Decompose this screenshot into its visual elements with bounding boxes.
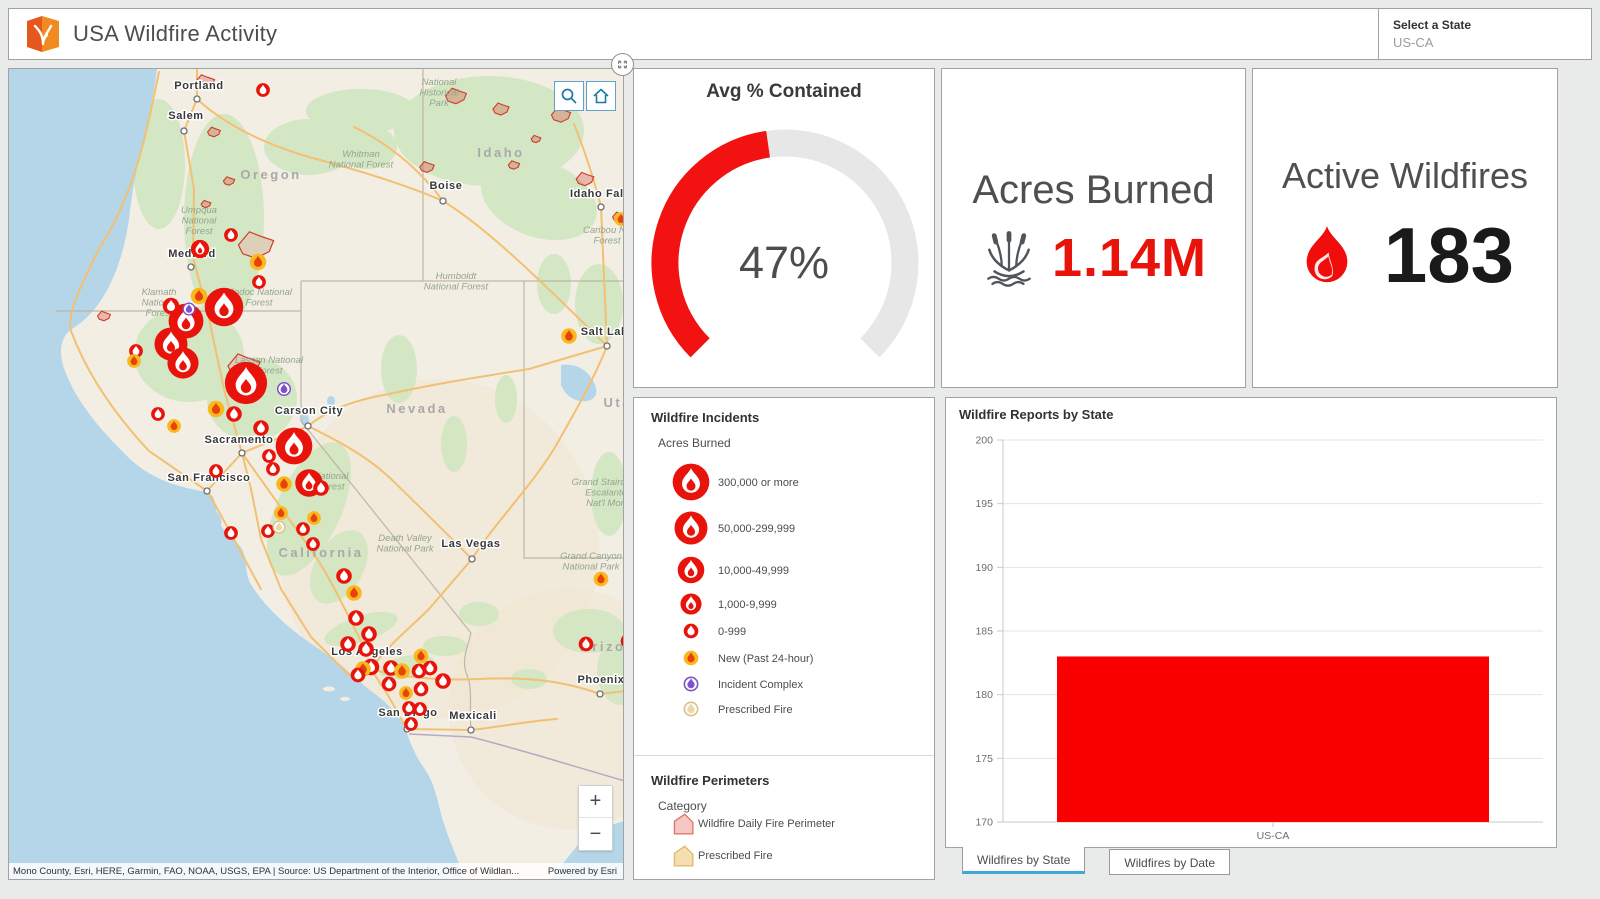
svg-text:Death ValleyNational Park: Death Valley National Park: [376, 533, 434, 555]
tab-wildfires-by-date[interactable]: Wildfires by Date: [1109, 849, 1231, 875]
svg-text:Sacramento: Sacramento: [205, 434, 274, 446]
svg-text:Las Vegas: Las Vegas: [441, 538, 500, 550]
svg-text:175: 175: [975, 753, 993, 765]
chart-tabbar: Wildfires by State Wildfires by Date: [962, 847, 1231, 875]
acres-burned-title: Acres Burned: [972, 168, 1215, 212]
svg-text:US-CA: US-CA: [1257, 830, 1290, 842]
svg-text:Idaho Falls: Idaho Falls: [570, 188, 624, 200]
cattail-plant-icon: [987, 231, 1031, 287]
svg-text:195: 195: [975, 498, 993, 510]
svg-text:185: 185: [975, 626, 993, 638]
svg-text:Phoenix: Phoenix: [578, 674, 625, 686]
page-title: USA Wildfire Activity: [73, 21, 278, 46]
gauge-value: 47%: [738, 237, 830, 288]
map-panel[interactable]: National Historical Park Whitman National Fo…: [8, 68, 624, 880]
flame-icon: [1306, 225, 1348, 282]
svg-text:190: 190: [975, 562, 993, 574]
zoom-out-button[interactable]: −: [579, 818, 612, 850]
svg-text:Prescribed Fire: Prescribed Fire: [718, 704, 793, 716]
state-selector-label: Select a State: [1393, 18, 1472, 32]
svg-text:Portland: Portland: [174, 80, 223, 92]
search-icon: [561, 88, 577, 104]
zoom-in-button[interactable]: +: [579, 786, 612, 818]
map-zoom-control: + −: [578, 785, 613, 851]
svg-text:San Francisco: San Francisco: [168, 472, 251, 484]
app-logo-icon: [27, 16, 59, 52]
svg-text:UmpquaNationalForest: Umpqua National Forest: [181, 205, 217, 237]
svg-text:10,000-49,999: 10,000-49,999: [718, 565, 789, 577]
map-canvas[interactable]: National Historical ParkWhitman National Fo…: [9, 69, 624, 880]
home-icon: [593, 88, 609, 104]
svg-text:Carson City: Carson City: [275, 405, 344, 417]
map-home-button[interactable]: [586, 81, 616, 111]
svg-text:Utah: Utah: [604, 395, 624, 410]
svg-text:Nevada: Nevada: [386, 401, 447, 416]
legend-divider: [634, 755, 934, 756]
map-search-button[interactable]: [554, 81, 584, 111]
svg-text:Wildfire Daily Fire Perimeter: Wildfire Daily Fire Perimeter: [698, 818, 835, 830]
map-attribution: Mono County, Esri, HERE, Garmin, FAO, NO…: [9, 863, 623, 879]
svg-text:Salt Lake City: Salt Lake City: [581, 326, 624, 338]
acres-burned-value: 1.14M: [1051, 228, 1208, 288]
svg-text:New (Past 24-hour): New (Past 24-hour): [718, 653, 813, 665]
attribution-text: Mono County, Esri, HERE, Garmin, FAO, NO…: [13, 865, 520, 877]
tab-wildfires-by-state[interactable]: Wildfires by State: [962, 847, 1086, 874]
svg-text:Salem: Salem: [168, 110, 203, 122]
active-wildfires-title: Active Wildfires: [1281, 154, 1529, 196]
svg-text:Idaho: Idaho: [477, 145, 524, 160]
state-selector-value: US-CA: [1393, 35, 1434, 50]
chart-panel: Wildfire Reports by State 170 175 180 185 19…: [945, 397, 1557, 848]
svg-text:Oregon: Oregon: [240, 167, 301, 182]
legend-panel: Wildfire Incidents Acres Burned 300,000 …: [633, 397, 935, 880]
perimeters-title: Wildfire Perimeters: [651, 773, 770, 788]
app-header: USA Wildfire Activity Select a State US-…: [8, 8, 1592, 60]
acres-burned-panel: Acres Burned 1.14M: [941, 68, 1246, 388]
state-selector[interactable]: Select a State US-CA: [1378, 9, 1591, 59]
gauge-title: Avg % Contained: [706, 81, 862, 102]
dashboard: USA Wildfire Activity Select a State US-…: [0, 0, 1600, 899]
active-wildfires-panel: Active Wildfires 183: [1252, 68, 1558, 388]
svg-text:Prescribed Fire: Prescribed Fire: [698, 850, 773, 862]
svg-text:50,000-299,999: 50,000-299,999: [718, 523, 795, 535]
svg-text:Boise: Boise: [430, 180, 463, 192]
bar-chart: 170 175 180 185 190 195 200 US-CA: [975, 435, 1543, 842]
gauge-panel: Avg % Contained 47%: [633, 68, 935, 388]
expand-map-icon[interactable]: [611, 53, 634, 76]
svg-text:180: 180: [975, 689, 993, 701]
svg-text:1,000-9,999: 1,000-9,999: [718, 599, 777, 611]
active-wildfires-value: 183: [1383, 211, 1515, 300]
powered-by-esri: Powered by Esri: [547, 865, 617, 877]
svg-text:300,000 or more: 300,000 or more: [718, 477, 799, 489]
svg-text:California: California: [279, 545, 364, 560]
svg-text:Grand CanyonNational Park: Grand Canyon National Park: [560, 551, 622, 573]
perimeters-category-label: Category: [658, 799, 707, 813]
svg-text:170: 170: [975, 817, 993, 829]
bar-US-CA: [1057, 656, 1489, 822]
svg-text:0-999: 0-999: [718, 626, 746, 638]
svg-text:200: 200: [975, 435, 993, 447]
svg-text:Mexicali: Mexicali: [449, 710, 497, 722]
svg-text:Incident Complex: Incident Complex: [718, 679, 803, 691]
